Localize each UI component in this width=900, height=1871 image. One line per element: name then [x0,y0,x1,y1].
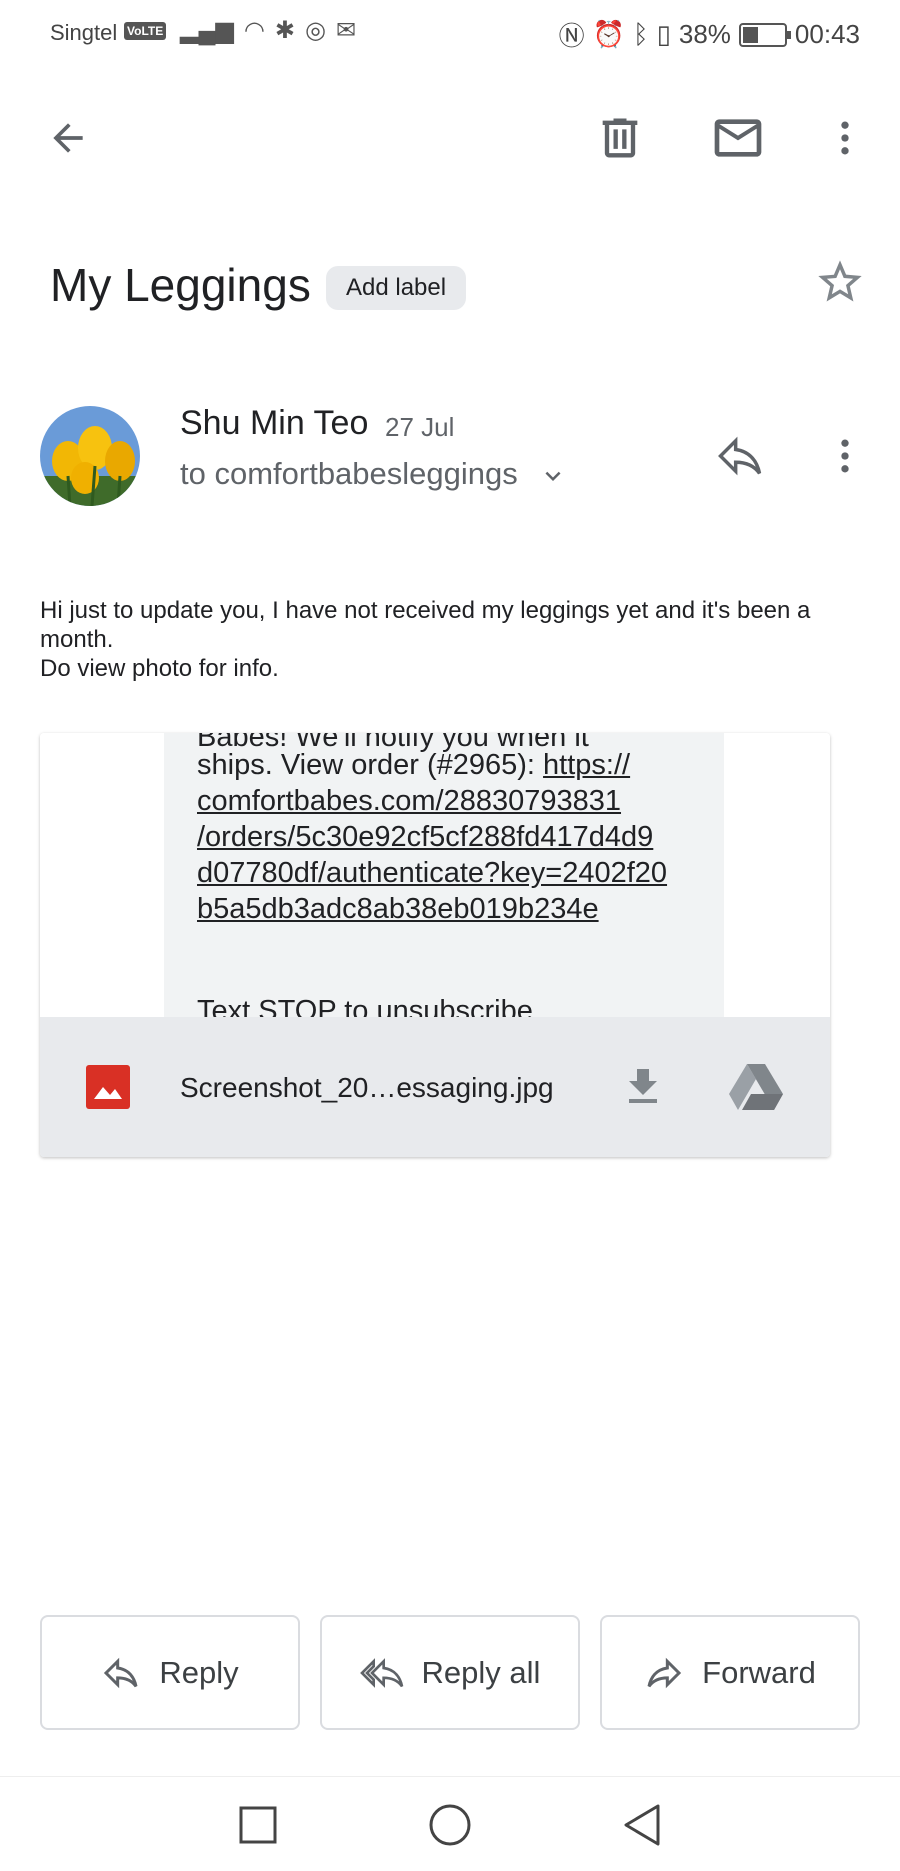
reply-all-icon [359,1657,403,1688]
download-button[interactable] [615,1059,671,1115]
reply-all-button[interactable]: Reply all [320,1615,580,1730]
save-to-drive-button[interactable] [726,1059,786,1115]
recipient-line[interactable]: to comfortbabesleggings [180,456,568,492]
square-icon [239,1806,277,1844]
bug-icon: ✱ [274,17,295,44]
reply-label: Reply [159,1654,239,1690]
vibrate-icon: ▯ [656,19,671,49]
preview-link-line-4: d07780df/authenticate?key=2402f20 [197,857,668,889]
reply-all-label: Reply all [421,1654,541,1690]
forward-icon [647,1657,682,1688]
email-subject: My Leggings [50,259,311,311]
reply-icon-button[interactable] [712,428,768,484]
image-file-icon [86,1065,130,1109]
more-vert-icon [841,121,849,155]
preview-text-prefix: ships. View order (#2965): [197,749,544,781]
triangle-back-icon [624,1804,660,1846]
add-label-chip[interactable]: Add label [326,266,467,310]
more-vert-icon [841,439,849,473]
battery-percent: 38% [678,19,731,49]
star-icon [818,260,862,302]
bluetooth-icon: ᛒ [632,19,649,49]
circle-icon [429,1804,471,1846]
preview-footer: Text STOP to unsubscribe [197,995,533,1017]
drive-icon [729,1064,783,1110]
preview-link-line-5: b5a5db3adc8ab38eb019b234e [197,893,599,925]
nav-back-button[interactable] [614,1797,670,1853]
forward-label: Forward [702,1654,816,1690]
carrier-label: Singtel [50,20,118,45]
clock: 00:43 [794,19,860,49]
recents-button[interactable] [230,1797,286,1853]
alarm-icon: ⏰ [592,19,625,49]
delete-button[interactable] [592,108,648,168]
sms-bubble: Babes! We'll notify you when it ships. V… [164,733,724,1017]
attachment-file-name: Screenshot_20…essaging.jpg [180,1072,554,1103]
chevron-down-icon [545,471,561,481]
sender-avatar[interactable] [40,406,140,506]
attachment-bar: Screenshot_20…essaging.jpg [40,1017,830,1157]
reply-icon [718,436,762,476]
email-date: 27 Jul [385,412,455,442]
forward-button[interactable]: Forward [600,1615,860,1730]
instagram-icon: ◎ [304,17,326,44]
arrow-left-icon [53,123,83,153]
reply-icon [104,1657,138,1688]
preview-link-line-3: /orders/5c30e92cf5cf288fd417d4d9 [197,821,654,853]
home-button[interactable] [422,1797,478,1853]
body-line-1: Hi just to update you, I have not receiv… [40,597,811,653]
back-button[interactable] [40,110,96,166]
preview-link-line-1: https:// [543,749,631,781]
message-more-button[interactable] [820,428,870,484]
sender-name: Shu Min Teo [180,404,369,442]
body-line-2: Do view photo for info. [40,655,279,682]
preview-text: ships. View order (#2965): https:// comf… [197,747,707,927]
more-options-button[interactable] [820,108,870,168]
star-button[interactable] [812,254,868,310]
preview-link-line-2: comfortbabes.com/28830793831 [197,785,622,817]
attachment-card[interactable]: Babes! We'll notify you when it ships. V… [40,733,830,1157]
email-body: Hi just to update you, I have not receiv… [40,596,840,683]
recipient-text: to comfortbabesleggings [180,456,518,491]
status-bar: Singtel VoLTE ▂▄▆ ◠ ✱ ◎ ✉ Ⓝ ⏰ ᛒ ▯ 38% 00… [0,0,900,70]
system-nav-bar [0,1776,900,1871]
attachment-preview[interactable]: Babes! We'll notify you when it ships. V… [40,733,830,1017]
trash-icon [602,118,638,158]
mail-icon [714,119,762,157]
mail-notification-icon: ✉ [335,17,357,44]
tulips-photo [40,406,140,506]
nfc-icon: Ⓝ [558,21,585,51]
download-icon [629,1069,657,1103]
status-right: Ⓝ ⏰ ᛒ ▯ 38% 00:43 [559,16,860,53]
reply-button[interactable]: Reply [40,1615,300,1730]
notification-icons: ▂▄▆ ◠ ✱ ◎ ✉ [180,16,356,45]
volte-badge: VoLTE [124,22,167,40]
battery-icon [738,22,791,47]
signal-icon: ▂▄▆ [180,17,234,44]
wifi-icon: ◠ [243,17,265,44]
mark-unread-button[interactable] [710,108,766,168]
